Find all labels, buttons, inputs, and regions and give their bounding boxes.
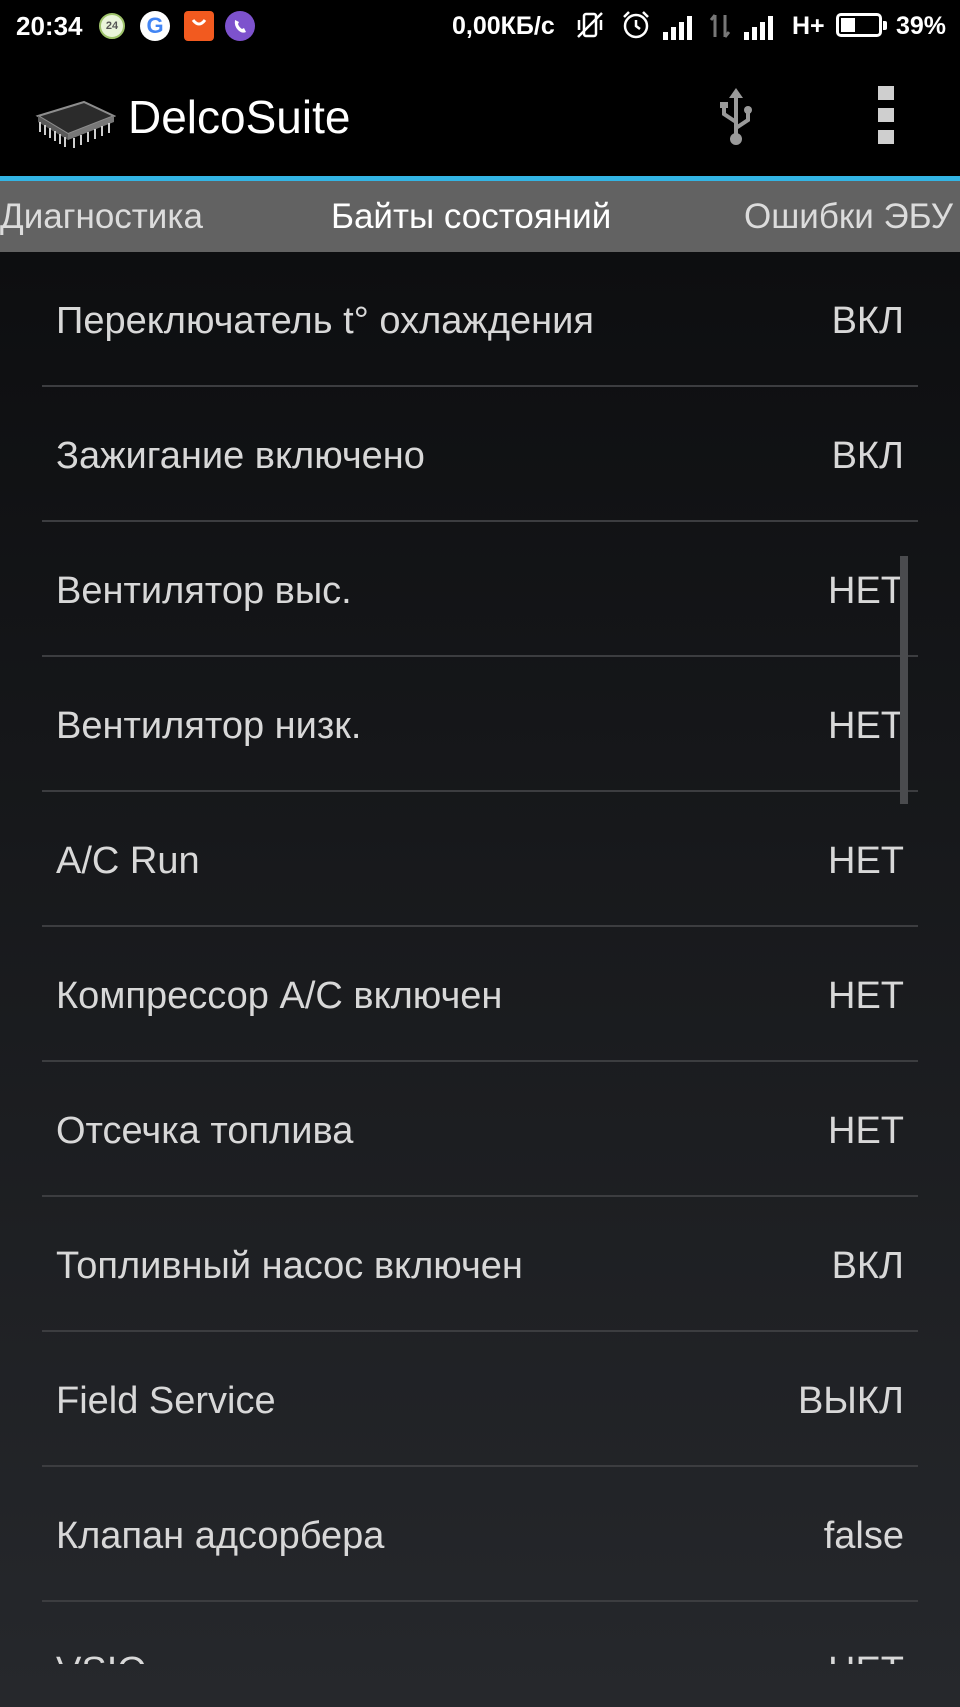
app-logo-chip-icon[interactable] — [34, 94, 117, 154]
status-time: 20:34 — [16, 11, 83, 41]
overflow-menu-icon[interactable] — [872, 86, 900, 146]
list-item-label: Вентилятор выс. — [56, 570, 352, 612]
list-item[interactable]: Отсечка топлива НЕТ — [42, 1062, 918, 1197]
tab-strip: Диагностика Байты состояний Ошибки ЭБУ — [0, 181, 960, 252]
list-item-value: ВЫКЛ — [797, 1380, 904, 1422]
list-item[interactable]: Топливный насос включен ВКЛ — [42, 1197, 918, 1332]
list-item[interactable]: Компрессор A/C включен НЕТ — [42, 927, 918, 1062]
network-type: H+ — [792, 12, 825, 40]
list-item-label: Вентилятор низк. — [56, 705, 362, 747]
list-item-label: A/C Run — [56, 840, 200, 882]
aliexpress-icon — [184, 11, 214, 41]
viber-icon — [225, 11, 255, 41]
google-icon: G — [140, 11, 170, 41]
news24-icon: 24 — [99, 13, 125, 39]
list-scrollbar[interactable] — [900, 556, 908, 804]
list-item-value: ВКЛ — [831, 1245, 904, 1287]
list-item-label: Компрессор A/C включен — [56, 975, 503, 1017]
list-item-value: НЕТ — [828, 840, 904, 882]
list-item[interactable]: Переключатель t° охлаждения ВКЛ — [42, 252, 918, 387]
list-item-value: НЕТ — [828, 975, 904, 1017]
action-bar: DelcoSuite — [0, 54, 960, 176]
list-item-value: НЕТ — [828, 1110, 904, 1152]
list-item-value: НЕТ — [828, 1650, 904, 1664]
data-activity-icon — [708, 11, 732, 48]
list-item-label: Field Service — [56, 1380, 276, 1422]
status-bar: 20:34 24 G 0,00КБ/с H+ 39% — [0, 0, 960, 54]
list-item-value: НЕТ — [828, 705, 904, 747]
status-bytes-panel: Переключатель t° охлаждения ВКЛ Зажигани… — [0, 252, 960, 1707]
list-item-value: ВКЛ — [831, 300, 904, 342]
list-item[interactable]: Клапан адсорбера false — [42, 1467, 918, 1602]
battery-icon — [836, 13, 887, 37]
list-item-value: false — [823, 1515, 904, 1557]
list-item-label: Клапан адсорбера — [56, 1515, 385, 1557]
alarm-icon — [620, 9, 652, 48]
list-item[interactable]: Field Service ВЫКЛ — [42, 1332, 918, 1467]
tab-ecu-errors[interactable]: Ошибки ЭБУ — [744, 197, 953, 237]
app-title: DelcoSuite — [128, 91, 351, 143]
list-item-value: ВКЛ — [831, 435, 904, 477]
list-item[interactable]: Вентилятор низк. НЕТ — [42, 657, 918, 792]
list-item-label: Отсечка топлива — [56, 1110, 354, 1152]
net-speed: 0,00КБ/с — [452, 12, 555, 40]
list-item[interactable]: VSIO НЕТ — [42, 1602, 918, 1664]
list-item[interactable]: Зажигание включено ВКЛ — [42, 387, 918, 522]
tab-diagnostics[interactable]: Диагностика — [0, 197, 203, 237]
vibrate-off-icon — [574, 9, 606, 48]
signal-strength-icon — [663, 14, 699, 40]
tab-status-bytes[interactable]: Байты состояний — [331, 197, 611, 237]
status-list[interactable]: Переключатель t° охлаждения ВКЛ Зажигани… — [0, 252, 960, 1664]
list-item-label: Переключатель t° охлаждения — [56, 300, 594, 342]
signal-strength-2-icon — [744, 14, 780, 40]
list-item-value: НЕТ — [828, 570, 904, 612]
battery-level-fill — [841, 18, 855, 32]
list-item-label: Топливный насос включен — [56, 1245, 523, 1287]
list-item-label: Зажигание включено — [56, 435, 425, 477]
list-item[interactable]: A/C Run НЕТ — [42, 792, 918, 927]
battery-percent: 39% — [896, 12, 947, 40]
list-item[interactable]: Вентилятор выс. НЕТ — [42, 522, 918, 657]
list-item-label: VSIO — [56, 1650, 147, 1664]
usb-icon[interactable] — [714, 88, 758, 146]
